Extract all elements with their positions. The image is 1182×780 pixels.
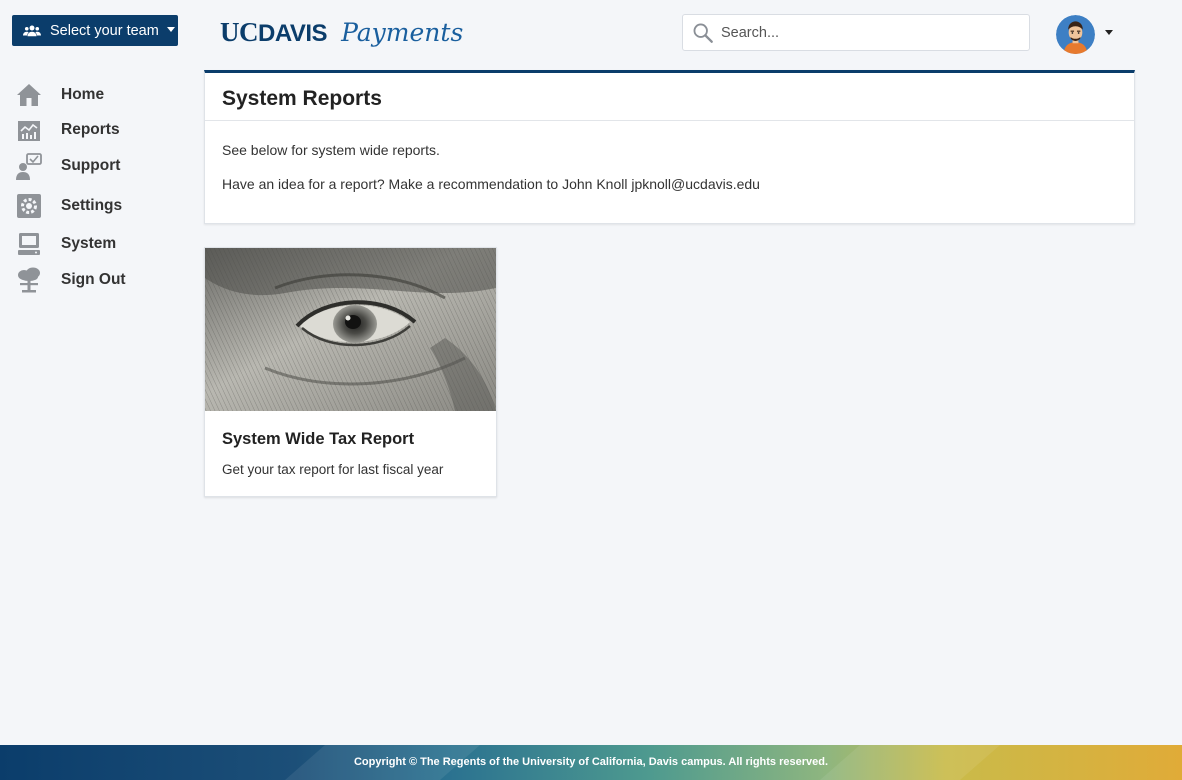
- team-select-label: Select your team: [50, 22, 159, 39]
- search-input[interactable]: [721, 24, 1011, 41]
- chart-icon: [15, 116, 43, 144]
- support-icon: [15, 152, 43, 180]
- sidebar-item-label: Support: [61, 157, 121, 174]
- sidebar-item-home[interactable]: Home: [15, 81, 104, 109]
- sidebar-item-label: Sign Out: [61, 271, 126, 288]
- sidebar-item-reports[interactable]: Reports: [15, 116, 120, 144]
- sidebar-item-signout[interactable]: Sign Out: [15, 266, 126, 294]
- home-icon: [15, 81, 43, 109]
- chevron-down-icon: [166, 26, 175, 32]
- sidebar-item-system[interactable]: System: [15, 230, 116, 258]
- signout-icon: [15, 266, 43, 294]
- user-menu-caret-icon[interactable]: [1105, 30, 1113, 35]
- team-select-button[interactable]: Select your team: [12, 15, 178, 46]
- copyright-text: Copyright © The Regents of the Universit…: [353, 756, 829, 768]
- search-box: [682, 14, 1030, 51]
- computer-icon: [15, 230, 43, 258]
- sidebar-item-label: Settings: [61, 197, 123, 214]
- users-icon: [23, 25, 41, 36]
- recommendation-text: Have an idea for a report? Make a recomm…: [222, 176, 760, 192]
- intro-text: See below for system wide reports.: [222, 142, 440, 158]
- logo-uc: UC: [220, 17, 259, 47]
- report-card-tax[interactable]: System Wide Tax Report Get your tax repo…: [204, 247, 497, 497]
- sidebar-item-label: System: [61, 235, 117, 252]
- sidebar-item-label: Home: [61, 86, 105, 103]
- avatar-image: [1056, 15, 1095, 54]
- report-card-title: System Wide Tax Report: [222, 430, 415, 448]
- system-reports-panel: System Reports See below for system wide…: [204, 70, 1135, 224]
- footer: Copyright © The Regents of the Universit…: [0, 745, 1182, 780]
- divider: [205, 120, 1134, 121]
- report-card-description: Get your tax report for last fiscal year: [222, 462, 444, 477]
- page-title: System Reports: [222, 87, 382, 110]
- logo-product-name: Payments: [341, 18, 464, 47]
- user-avatar[interactable]: [1056, 15, 1095, 54]
- search-icon: [693, 23, 713, 43]
- money-eye-image: [205, 248, 496, 411]
- sidebar-item-label: Reports: [61, 121, 120, 138]
- logo-davis: DAVIS: [258, 20, 328, 47]
- sidebar-item-support[interactable]: Support: [15, 152, 120, 180]
- sidebar-item-settings[interactable]: Settings: [15, 192, 122, 220]
- gear-icon: [15, 192, 43, 220]
- app-logo[interactable]: UC DAVIS Payments: [220, 17, 463, 48]
